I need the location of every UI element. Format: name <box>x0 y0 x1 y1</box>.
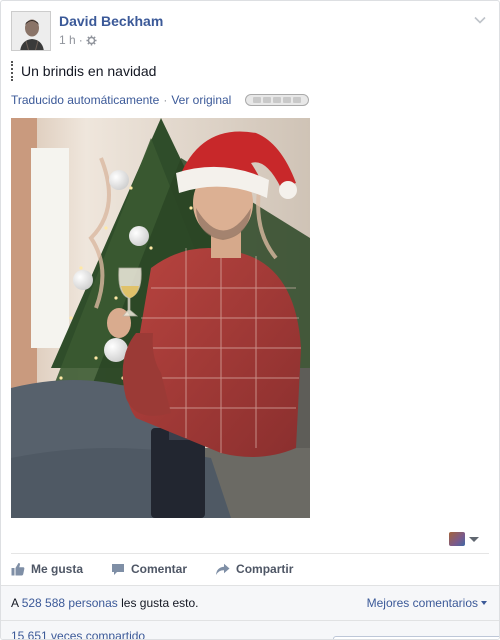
like-button[interactable]: Me gusta <box>11 562 83 576</box>
likes-suffix: les gusta esto. <box>121 596 199 610</box>
action-divider <box>11 553 489 554</box>
rating-segment[interactable] <box>273 97 282 103</box>
post-meta: 1 h · <box>59 33 97 47</box>
post-message: Un brindis en navidad <box>11 61 156 81</box>
profile-picture-icon <box>12 12 50 50</box>
share-label: Compartir <box>236 562 294 576</box>
speech-bubble-icon <box>112 563 125 575</box>
see-original-link[interactable]: Ver original <box>171 93 231 107</box>
chevron-down-icon[interactable] <box>473 13 487 27</box>
audience-avatar-icon <box>449 532 465 546</box>
post-photo-image <box>11 118 310 518</box>
comment-input-edge[interactable] <box>333 636 499 639</box>
ufi-summary: A 528 588 personas les gusta esto. Mejor… <box>1 585 499 639</box>
share-arrow-icon <box>216 563 230 575</box>
thumbs-up-icon <box>11 562 25 576</box>
summary-divider <box>1 620 499 621</box>
translation-bar: Traducido automáticamente · Ver original <box>11 93 310 107</box>
likes-summary: A 528 588 personas les gusta esto. <box>11 596 199 610</box>
shares-count-link[interactable]: 15 651 veces compartido <box>11 629 145 639</box>
rating-segment[interactable] <box>283 97 292 103</box>
post-card: David Beckham 1 h · Un brindis en navida… <box>0 0 500 640</box>
auto-translated-link[interactable]: Traducido automáticamente <box>11 93 159 107</box>
caret-down-icon <box>481 601 487 605</box>
post-timestamp[interactable]: 1 h <box>59 33 76 47</box>
share-button[interactable]: Compartir <box>215 562 293 576</box>
meta-separator: · <box>78 33 83 47</box>
quote-marker <box>11 61 13 81</box>
post-photo[interactable] <box>11 118 310 518</box>
author-name-link[interactable]: David Beckham <box>59 13 163 29</box>
audience-selector[interactable] <box>449 532 479 546</box>
comment-label: Comentar <box>131 562 188 576</box>
profile-picture[interactable] <box>11 11 51 51</box>
translation-separator: · <box>163 93 168 107</box>
like-label: Me gusta <box>31 562 84 576</box>
post-message-text: Un brindis en navidad <box>21 63 157 79</box>
action-bar: Me gusta Comentar Compartir <box>11 558 293 580</box>
likes-prefix: A <box>11 596 19 610</box>
translation-rating[interactable] <box>245 94 310 106</box>
caret-down-icon <box>469 536 479 542</box>
rating-segment[interactable] <box>293 97 302 103</box>
comment-button[interactable]: Comentar <box>111 562 187 576</box>
top-comments-label: Mejores comentarios <box>366 596 478 610</box>
gear-icon[interactable] <box>86 34 97 46</box>
rating-segment[interactable] <box>253 97 262 103</box>
likes-count-link[interactable]: 528 588 personas <box>22 596 118 610</box>
post-header: David Beckham 1 h · <box>11 11 491 53</box>
top-comments-dropdown[interactable]: Mejores comentarios <box>367 596 487 610</box>
rating-segment[interactable] <box>263 97 272 103</box>
